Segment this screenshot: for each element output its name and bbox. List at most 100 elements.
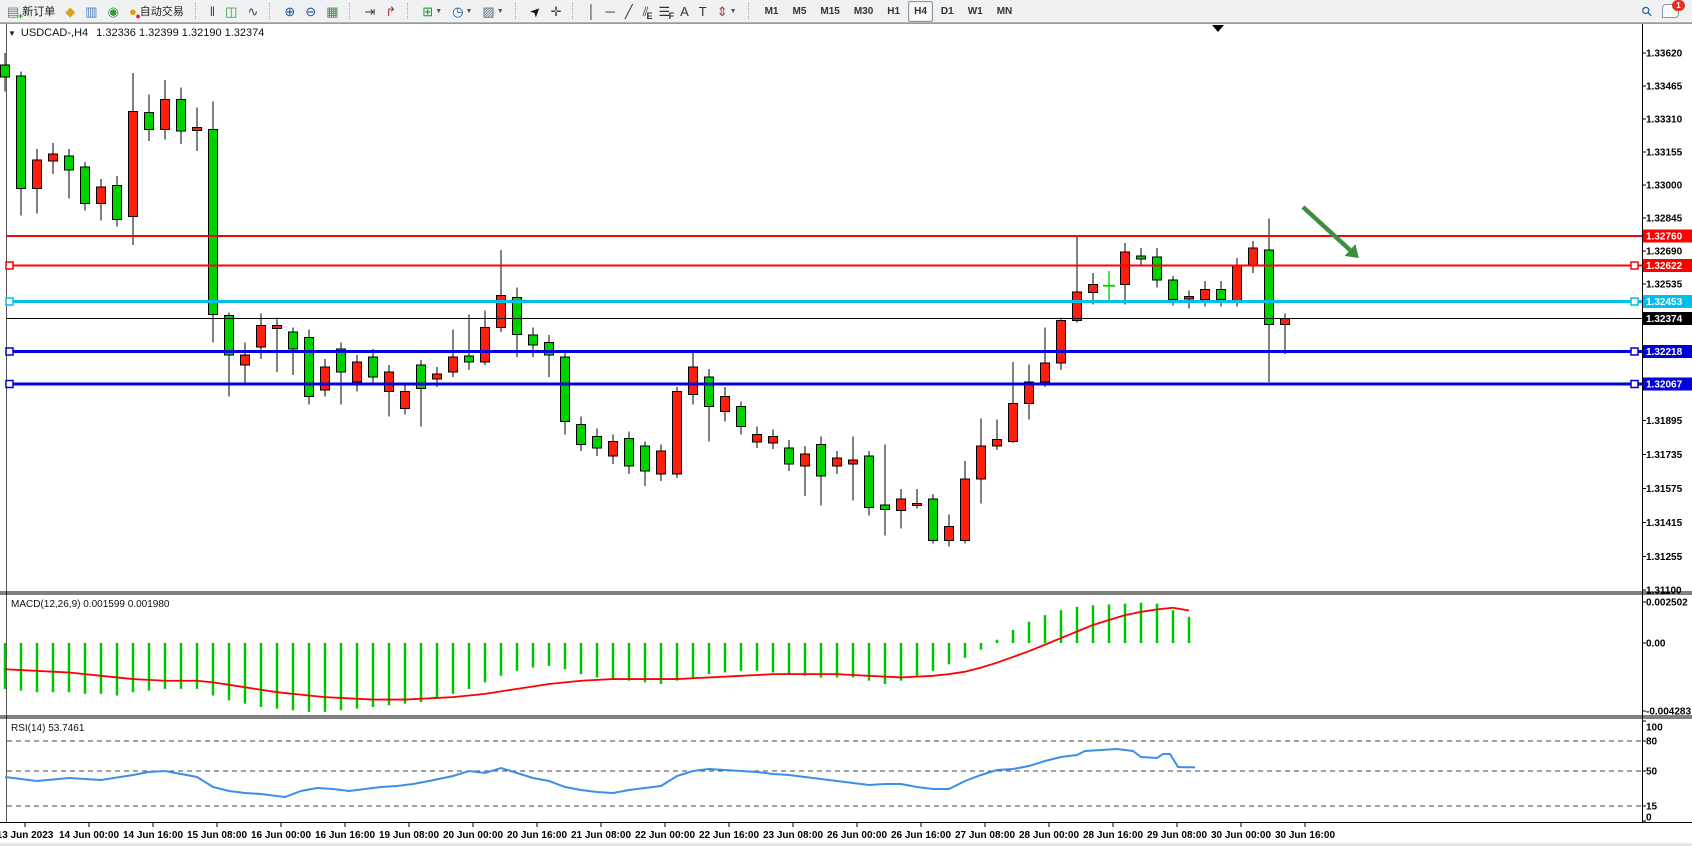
timeframe-mn-button[interactable]: MN <box>991 1 1019 22</box>
zoom-out-button[interactable]: ⊖ <box>301 1 320 22</box>
zoom-in-button[interactable]: ⊕ <box>280 1 299 22</box>
tile-windows-button[interactable]: ▦ <box>322 1 342 22</box>
candle-body <box>177 100 186 132</box>
macd-histogram-bar <box>820 643 823 677</box>
macd-histogram-bar <box>52 643 55 692</box>
candlestick-button[interactable]: ◫ <box>221 1 241 22</box>
channel-button[interactable]: ⫽E <box>639 1 653 22</box>
price-tick-label: 1.31415 <box>1646 518 1683 529</box>
crosshair-button[interactable]: ✛ <box>547 1 566 22</box>
label-button[interactable]: T <box>695 1 711 22</box>
cursor-button[interactable]: ➤ <box>526 1 545 22</box>
macd-histogram-bar <box>212 643 215 695</box>
candle-body <box>1201 290 1210 300</box>
macd-histogram-bar <box>484 643 487 682</box>
timeframe-m15-button[interactable]: M15 <box>814 1 845 22</box>
candle-body <box>513 298 522 335</box>
candle-body <box>561 357 570 422</box>
line-handle[interactable] <box>1631 381 1638 388</box>
chart-window[interactable]: ▼ USDCAD-,H4 1.32336 1.32399 1.32190 1.3… <box>0 23 1692 846</box>
line-handle[interactable] <box>6 348 13 355</box>
candle-body <box>929 499 938 541</box>
candle-body <box>993 440 1002 447</box>
candle-body <box>209 130 218 315</box>
line-handle[interactable] <box>1631 348 1638 355</box>
autotrading-button[interactable]: ●●自动交易 <box>125 1 188 22</box>
chevron-down-icon[interactable]: ▼ <box>497 8 504 15</box>
macd-histogram-bar <box>1012 630 1015 643</box>
price-tick-label: 1.32845 <box>1646 214 1683 225</box>
hline-icon: ─ <box>606 5 615 18</box>
macd-tick-label: -0.004283 <box>1646 707 1691 718</box>
signals-icon: ◉ <box>108 5 119 18</box>
time-tick-label: 13 Jun 2023 <box>0 830 54 841</box>
auto-scroll-icon: ⇥ <box>364 5 375 18</box>
rsi-indicator-label: RSI(14) 53.7461 <box>11 723 84 734</box>
line-handle[interactable] <box>1631 262 1638 269</box>
chevron-down-icon[interactable]: ▼ <box>465 8 472 15</box>
search-button[interactable]: ⚲ <box>1638 1 1656 22</box>
periods-button[interactable]: ◷▼ <box>448 1 476 22</box>
zoom-out-icon: ⊖ <box>305 5 316 18</box>
line-handle[interactable] <box>6 381 13 388</box>
time-tick-label: 22 Jun 00:00 <box>635 830 695 841</box>
timeframe-w1-button[interactable]: W1 <box>962 1 989 22</box>
notifications-button[interactable]: 1 <box>1658 1 1683 22</box>
toolbar-separator <box>349 3 355 19</box>
macd-histogram-bar <box>340 643 343 710</box>
timeframe-group: M1M5M15M30H1H4D1W1MN <box>758 1 1020 22</box>
macd-histogram-bar <box>916 643 919 676</box>
templates-button[interactable]: ▨▼ <box>478 1 507 22</box>
preview-button[interactable]: ▥ <box>81 1 101 22</box>
candle-body <box>145 113 154 130</box>
signals-button[interactable]: ◉ <box>104 1 123 22</box>
bar-chart-button[interactable]: ‖ <box>206 1 219 22</box>
horizontal-line-button[interactable]: ─ <box>602 1 619 22</box>
chevron-down-icon[interactable]: ▼ <box>730 8 737 15</box>
chart-canvas[interactable]: 1.336201.334651.333101.331551.330001.328… <box>0 23 1692 846</box>
vertical-line-button[interactable]: │ <box>583 1 599 22</box>
line-handle[interactable] <box>6 262 13 269</box>
macd-histogram-bar <box>660 643 663 684</box>
candle-body <box>881 505 890 510</box>
timeframe-h1-button[interactable]: H1 <box>881 1 906 22</box>
indicators-button[interactable]: ⊞▼ <box>418 1 446 22</box>
notification-badge: 1 <box>1672 0 1685 11</box>
fibonacci-button[interactable]: ☰F <box>654 1 674 22</box>
chevron-down-icon[interactable]: ▼ <box>435 8 442 15</box>
timeframe-d1-button[interactable]: D1 <box>935 1 960 22</box>
text-button[interactable]: A <box>676 1 693 22</box>
timeframe-m1-button[interactable]: M1 <box>759 1 785 22</box>
price-tick-label: 1.32690 <box>1646 247 1683 258</box>
styler-icon: ◆ <box>65 5 75 18</box>
channel-icon-overlay: E <box>646 12 652 21</box>
macd-histogram-bar <box>420 643 423 702</box>
macd-histogram-bar <box>932 643 935 671</box>
autotrading-button-label: 自动交易 <box>140 3 184 19</box>
line-handle[interactable] <box>1631 298 1638 305</box>
macd-histogram-bar <box>580 643 583 674</box>
line-chart-button[interactable]: ∿ <box>243 1 262 22</box>
time-tick-label: 27 Jun 08:00 <box>955 830 1015 841</box>
chart-menu-icon[interactable]: ▼ <box>8 29 16 38</box>
candle-body <box>673 392 682 475</box>
candle-body <box>1 65 10 77</box>
macd-histogram-bar <box>900 643 903 681</box>
candle-body <box>289 332 298 349</box>
macd-histogram-bar <box>324 643 327 712</box>
arrows-button[interactable]: ⇕▼ <box>713 1 741 22</box>
chart-shift-button[interactable]: ↱ <box>381 1 400 22</box>
timeframe-m30-button[interactable]: M30 <box>848 1 879 22</box>
timeframe-h4-button[interactable]: H4 <box>908 1 933 22</box>
trendline-button[interactable]: ╱ <box>621 1 637 22</box>
line-handle[interactable] <box>6 298 13 305</box>
macd-histogram-bar <box>1172 610 1175 643</box>
macd-histogram-bar <box>708 643 711 674</box>
timeframe-m5-button[interactable]: M5 <box>786 1 812 22</box>
styler-button[interactable]: ◆ <box>61 1 79 22</box>
new-order-button[interactable]: ▤+新订单 <box>3 1 59 22</box>
candle-body <box>1057 321 1066 364</box>
toolbar-right: ⚲1 <box>1637 1 1684 22</box>
auto-scroll-button[interactable]: ⇥ <box>360 1 379 22</box>
price-tick-label: 1.33620 <box>1646 49 1683 60</box>
